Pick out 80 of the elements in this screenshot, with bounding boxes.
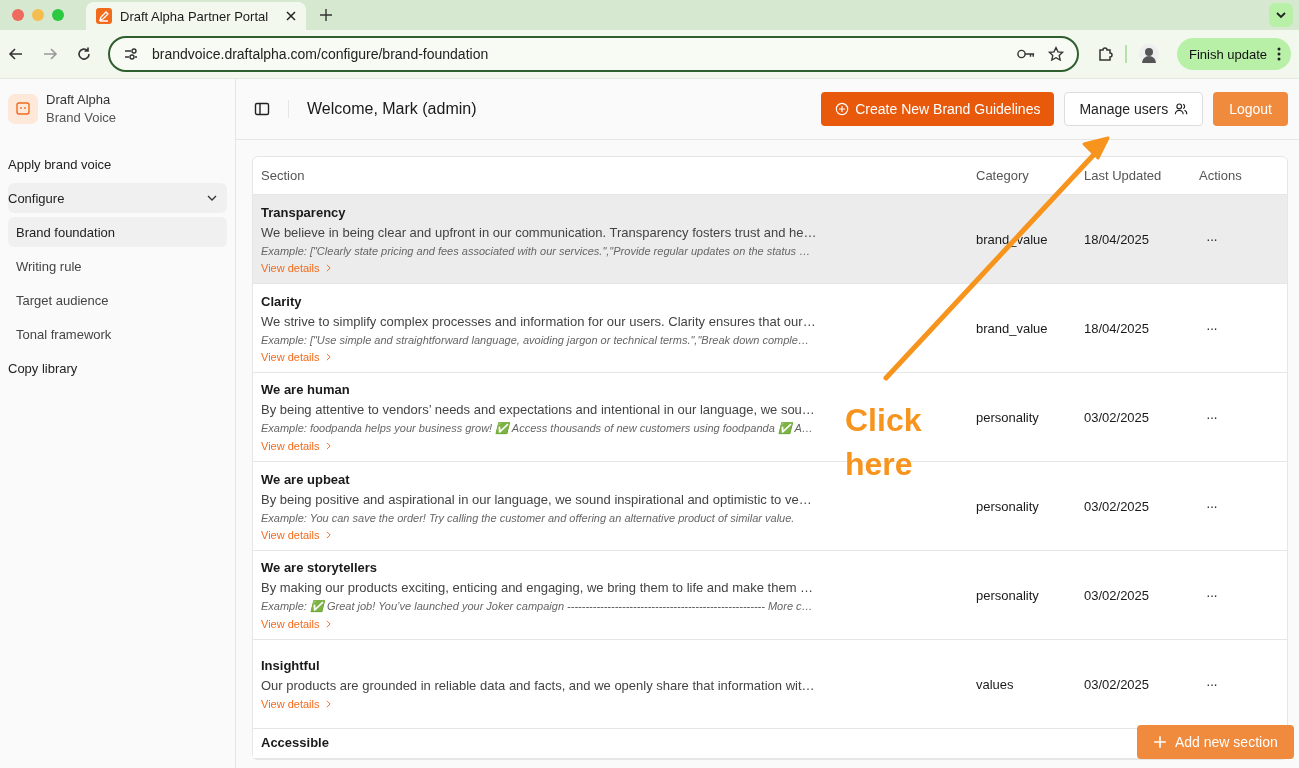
category-cell-text: personality [975, 409, 1040, 425]
create-guidelines-button[interactable]: Create New Brand Guidelines [821, 92, 1055, 126]
more-actions-button[interactable]: ··· [1206, 231, 1217, 247]
section-description: By being positive and aspirational in our language, we sound inspirational and optimistic to ve… [261, 491, 813, 507]
puzzle-icon[interactable] [1096, 46, 1113, 62]
back-icon[interactable] [8, 46, 24, 62]
more-actions-button[interactable]: ··· [1206, 676, 1217, 692]
chevron-right-icon [325, 263, 331, 272]
category-cell-text: personality [975, 587, 1040, 603]
chevron-down-icon[interactable] [1269, 3, 1293, 27]
manage-users-button[interactable]: Manage users [1064, 92, 1204, 126]
nav-item[interactable]: Copy library [8, 353, 227, 383]
more-actions-button[interactable]: ··· [1206, 587, 1217, 603]
example-text: Example: ["Clearly state pricing and fees associated with our services.","Provide regular updates on the status … [261, 244, 812, 257]
section-title: We are upbeat [261, 471, 351, 487]
date-cell-text: 03/02/2025 [1083, 676, 1151, 692]
chevron-icon [207, 195, 217, 201]
more-actions-button[interactable]: ··· [1206, 498, 1217, 514]
section-title: Accessible [261, 735, 330, 750]
site-settings-icon[interactable] [122, 46, 140, 62]
column-header: Last Updated [1083, 168, 1163, 183]
pencil-logo-icon [96, 8, 112, 24]
more-icon [1277, 47, 1281, 61]
section-description: We believe in being clear and upfront in our communication. Transparency fosters trust and he… [261, 224, 818, 240]
chevron-right-icon [325, 620, 331, 628]
chevron-right-icon [325, 530, 331, 539]
nav-item[interactable]: Configure [8, 183, 227, 213]
section-description: By being attentive to vendors’ needs and expectations and intentional in our language, we sou… [261, 402, 816, 417]
welcome-text: Welcome, Mark (admin) [307, 100, 477, 118]
category-cell-text: values [975, 676, 1015, 692]
plus-icon [1153, 735, 1167, 749]
sidebar-toggle-icon[interactable] [254, 101, 270, 117]
chevron-right-icon [325, 442, 331, 450]
star-icon[interactable] [1046, 46, 1065, 62]
example-text: Example: ✅ Great job! You’ve launched your Joker campaign ------------------------------------------------------ More c… [261, 600, 814, 613]
date-cell-text: 03/02/2025 [1083, 409, 1151, 425]
section-title: We are storytellers [261, 560, 379, 575]
more-actions-button[interactable]: ··· [1206, 320, 1217, 336]
close-icon[interactable] [286, 11, 296, 21]
column-header: Section [260, 168, 306, 183]
nav-item[interactable]: Apply brand voice [8, 149, 227, 179]
column-header: Actions [1198, 168, 1243, 183]
section-description: Our products are grounded in reliable data and facts, and we openly share that information wit… [261, 678, 816, 693]
example-text: Example: You can save the order! Try calling the customer and offering an alternative product of similar value. [261, 511, 796, 524]
annotation-text: Click here [845, 401, 923, 484]
forward-icon[interactable] [42, 46, 58, 62]
nav-subitem[interactable]: Target audience [8, 285, 227, 315]
column-header: Category [975, 168, 1030, 183]
brand-name: Draft Alpha [46, 91, 112, 109]
chat-bubble-logo-icon [8, 94, 38, 124]
example-text: Example: ["Use simple and straightforward language, avoiding jargon or technical terms.","Break down comple… [261, 333, 810, 346]
category-cell-text: brand_value [975, 320, 1049, 336]
nav-subitem[interactable]: Tonal framework [8, 319, 227, 349]
avatar-icon[interactable] [1138, 44, 1159, 64]
brand-subtitle: Brand Voice [46, 109, 117, 127]
section-description: By making our products exciting, enticing and engaging, we bring them to life and make them … [261, 580, 815, 595]
nav-subitem[interactable]: Writing rule [8, 251, 227, 281]
browser-tab[interactable]: Draft Alpha Partner Portal [86, 2, 306, 30]
chevron-right-icon [325, 700, 331, 708]
finish-update-button[interactable]: Finish update [1176, 38, 1291, 70]
section-title: Insightful [261, 658, 321, 673]
section-description: We strive to simplify complex processes and information for our users. Clarity ensures that our… [261, 313, 817, 329]
chevron-right-icon [325, 352, 331, 361]
section-title: Clarity [261, 293, 303, 309]
section-title: Transparency [261, 204, 347, 220]
section-title: We are human [261, 382, 351, 397]
address-bar[interactable]: brandvoice.draftalpha.com/configure/brand-foundation [108, 36, 1079, 72]
date-cell-text: 18/04/2025 [1083, 231, 1151, 247]
new-tab-icon[interactable] [320, 9, 332, 21]
date-cell-text: 03/02/2025 [1083, 498, 1151, 514]
category-cell-text: personality [975, 498, 1040, 514]
reload-icon[interactable] [76, 46, 92, 62]
plus-circle-icon [835, 102, 850, 116]
date-cell-text: 18/04/2025 [1083, 320, 1151, 336]
table-row[interactable] [253, 195, 1287, 284]
users-icon [1174, 102, 1189, 116]
example-text: Example: foodpanda helps your business grow! ✅ Access thousands of new customers using foodpanda ✅ A… [261, 422, 814, 435]
date-cell-text: 03/02/2025 [1083, 587, 1151, 603]
more-actions-button[interactable]: ··· [1206, 409, 1217, 425]
nav-subitem[interactable]: Brand foundation [8, 217, 227, 247]
